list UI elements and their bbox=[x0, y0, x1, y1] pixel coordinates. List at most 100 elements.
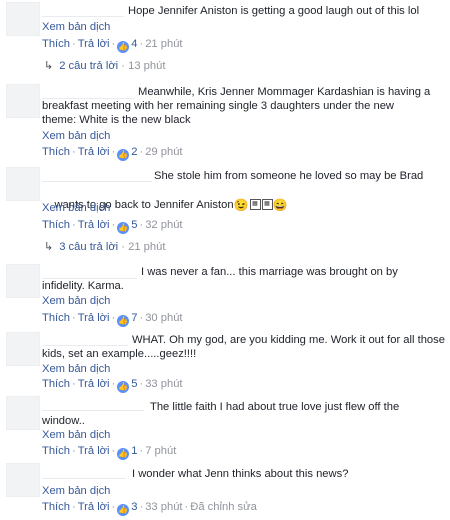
comment: Meanwhile, Kris Jenner Mommager Kardashi… bbox=[0, 80, 450, 164]
like-button[interactable]: Thích bbox=[42, 38, 70, 50]
translate-link[interactable]: Xem bản dịch bbox=[42, 485, 110, 498]
separator: · bbox=[111, 38, 116, 50]
like-button[interactable]: Thích bbox=[42, 378, 70, 390]
separator: · bbox=[139, 445, 144, 457]
separator: · bbox=[111, 312, 116, 324]
reply-arrow-icon: ↳ bbox=[44, 241, 54, 253]
like-count[interactable]: 4 bbox=[131, 38, 137, 50]
reply-arrow-icon: ↳ bbox=[44, 60, 54, 72]
comment-text-line-1: WHAT. Oh my god, are you kidding me. Wor… bbox=[132, 334, 445, 346]
avatar[interactable] bbox=[6, 264, 40, 298]
like-count[interactable]: 7 bbox=[131, 312, 137, 324]
like-icon[interactable]: 👍 bbox=[117, 149, 130, 161]
reply-button[interactable]: Trả lời bbox=[78, 38, 110, 50]
timestamp[interactable]: 33 phút bbox=[145, 501, 182, 513]
like-count[interactable]: 5 bbox=[131, 378, 137, 390]
commenter-name[interactable] bbox=[42, 465, 126, 479]
comment-text-line-2: breakfast meeting with her remaining sin… bbox=[42, 100, 394, 112]
separator: · bbox=[71, 38, 76, 50]
translate-link[interactable]: Xem bản dịch bbox=[42, 363, 110, 376]
separator: · bbox=[118, 241, 129, 253]
separator: · bbox=[139, 312, 144, 324]
reply-button[interactable]: Trả lời bbox=[78, 501, 110, 513]
comment: I wonder what Jenn thinks about this new… bbox=[0, 460, 450, 518]
separator: · bbox=[139, 219, 144, 231]
comment-actions: Thích · Trả lời · 👍 3 · 33 phút · Đã chỉnh sửa bbox=[42, 501, 257, 516]
timestamp[interactable]: 33 phút bbox=[145, 378, 182, 390]
commenter-name[interactable] bbox=[42, 397, 144, 411]
avatar[interactable] bbox=[6, 167, 40, 201]
timestamp[interactable]: 29 phút bbox=[145, 146, 182, 158]
separator: · bbox=[139, 501, 144, 513]
commenter-name[interactable] bbox=[42, 332, 128, 346]
like-button[interactable]: Thích bbox=[42, 501, 70, 513]
edited-label[interactable]: Đã chỉnh sửa bbox=[190, 501, 257, 513]
avatar[interactable] bbox=[6, 84, 40, 118]
like-icon[interactable]: 👍 bbox=[117, 448, 130, 460]
like-count[interactable]: 5 bbox=[131, 219, 137, 231]
comment-text-line-2: window.. bbox=[42, 415, 85, 427]
comment-text-line-2: infidelity. Karma. bbox=[42, 280, 124, 292]
comment-actions: Thích · Trả lời · 👍 2 · 29 phút bbox=[42, 146, 183, 161]
timestamp[interactable]: 30 phút bbox=[145, 312, 182, 324]
commenter-name[interactable] bbox=[42, 168, 152, 182]
separator: · bbox=[71, 219, 76, 231]
view-replies-link[interactable]: ↳ 3 câu trả lời · 21 phút bbox=[44, 241, 165, 254]
reply-button[interactable]: Trả lời bbox=[78, 146, 110, 158]
like-icon[interactable]: 👍 bbox=[117, 315, 130, 327]
translate-link[interactable]: Xem bản dịch bbox=[42, 21, 110, 34]
translate-link[interactable]: Xem bản dịch bbox=[42, 295, 110, 308]
emoji-icon: 😄 bbox=[272, 198, 288, 212]
separator: · bbox=[139, 38, 144, 50]
commenter-name[interactable] bbox=[42, 3, 124, 17]
translate-link[interactable]: Xem bản dịch bbox=[42, 429, 110, 442]
like-icon[interactable]: 👍 bbox=[117, 222, 130, 234]
separator: · bbox=[71, 378, 76, 390]
commenter-name[interactable] bbox=[42, 85, 134, 99]
reply-button[interactable]: Trả lời bbox=[78, 312, 110, 324]
reply-button[interactable]: Trả lời bbox=[78, 445, 110, 457]
like-count[interactable]: 2 bbox=[131, 146, 137, 158]
comment-actions: Thích · Trả lời · 👍 4 · 21 phút bbox=[42, 38, 183, 53]
commenter-name[interactable] bbox=[42, 265, 137, 279]
like-button[interactable]: Thích bbox=[42, 312, 70, 324]
translate-link[interactable]: Xem bản dịch bbox=[42, 130, 110, 143]
replies-count[interactable]: 2 câu trả lời bbox=[59, 60, 118, 72]
like-button[interactable]: Thích bbox=[42, 219, 70, 231]
like-count[interactable]: 1 bbox=[131, 445, 137, 457]
like-icon[interactable]: 👍 bbox=[117, 41, 130, 53]
translate-link[interactable]: Xem bản dịch bbox=[42, 202, 110, 215]
replies-timestamp: 21 phút bbox=[128, 241, 166, 253]
timestamp[interactable]: 7 phút bbox=[145, 445, 176, 457]
reply-button[interactable]: Trả lời bbox=[78, 219, 110, 231]
comment-text: I wonder what Jenn thinks about this new… bbox=[132, 468, 349, 480]
comment-text-line-2: kids, set an example.....geez!!!! bbox=[42, 348, 197, 360]
like-icon[interactable]: 👍 bbox=[117, 504, 130, 516]
separator: · bbox=[111, 378, 116, 390]
emoji-icon: ▦ bbox=[261, 199, 273, 210]
like-count[interactable]: 3 bbox=[131, 501, 137, 513]
reply-button[interactable]: Trả lời bbox=[78, 378, 110, 390]
comment-text-line-1: Meanwhile, Kris Jenner Mommager Kardashi… bbox=[138, 86, 431, 98]
view-replies-link[interactable]: ↳ 2 câu trả lời · 13 phút bbox=[44, 60, 165, 73]
comment-actions: Thích · Trả lời · 👍 5 · 33 phút bbox=[42, 378, 183, 393]
timestamp[interactable]: 32 phút bbox=[145, 219, 182, 231]
avatar[interactable] bbox=[6, 2, 40, 36]
separator: · bbox=[111, 501, 116, 513]
like-button[interactable]: Thích bbox=[42, 146, 70, 158]
avatar[interactable] bbox=[6, 396, 40, 430]
avatar[interactable] bbox=[6, 463, 40, 497]
comment-actions: Thích · Trả lời · 👍 5 · 32 phút bbox=[42, 219, 183, 234]
replies-count[interactable]: 3 câu trả lời bbox=[59, 241, 118, 253]
separator: · bbox=[184, 501, 189, 513]
replies-timestamp: 13 phút bbox=[128, 60, 166, 72]
separator: · bbox=[111, 219, 116, 231]
comment: I was never a fan... this marriage was b… bbox=[0, 262, 450, 328]
separator: · bbox=[71, 312, 76, 324]
like-icon[interactable]: 👍 bbox=[117, 381, 130, 393]
timestamp[interactable]: 21 phút bbox=[145, 38, 182, 50]
like-button[interactable]: Thích bbox=[42, 445, 70, 457]
comment-actions: Thích · Trả lời · 👍 7 · 30 phút bbox=[42, 312, 183, 327]
avatar[interactable] bbox=[6, 332, 40, 366]
comment: WHAT. Oh my god, are you kidding me. Wor… bbox=[0, 328, 450, 394]
